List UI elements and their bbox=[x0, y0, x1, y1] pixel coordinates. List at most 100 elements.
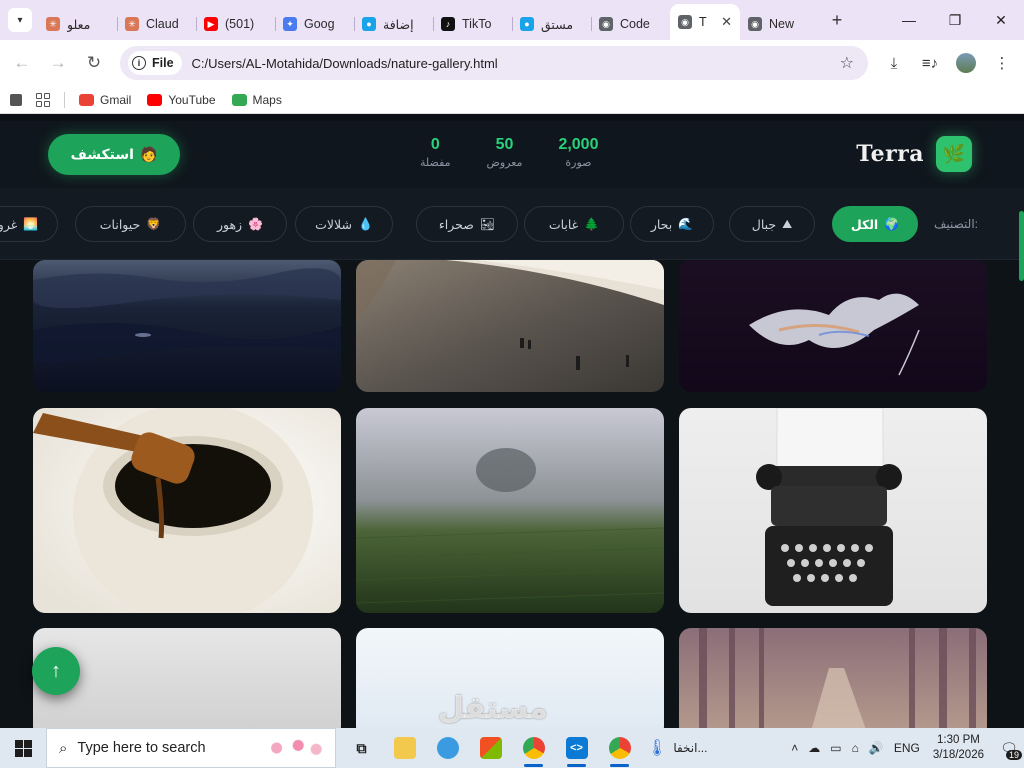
menu-button[interactable]: ⋮ bbox=[984, 45, 1020, 81]
bookmark-youtube[interactable]: YouTube bbox=[147, 93, 216, 107]
browser-tab[interactable]: ◉ Code bbox=[591, 8, 670, 40]
app-button-blue[interactable] bbox=[426, 728, 469, 768]
watermark: مستقل bbox=[438, 692, 548, 725]
meet-icon[interactable]: ▭ bbox=[830, 741, 841, 755]
tab-title: Code bbox=[620, 17, 650, 31]
misty-field-image bbox=[356, 408, 664, 613]
gallery-card-hikers-above-clouds[interactable] bbox=[356, 260, 664, 392]
scheme-label: File bbox=[152, 56, 174, 70]
brand[interactable]: Terra 🌿 bbox=[856, 136, 972, 172]
notification-count: 19 bbox=[1005, 750, 1022, 760]
filter-chip[interactable]: حيوانات 🦁 bbox=[75, 206, 186, 242]
onedrive-icon[interactable]: ☁ bbox=[808, 741, 820, 755]
vscode-taskbar-button[interactable]: <> bbox=[555, 728, 598, 768]
gallery-card-misty-field[interactable] bbox=[356, 408, 664, 613]
divider bbox=[64, 91, 65, 108]
bookmark-maps[interactable]: Maps bbox=[231, 93, 282, 107]
window-controls: — ❐ ✕ bbox=[886, 0, 1024, 40]
gallery-card-ocean-waves[interactable] bbox=[33, 260, 341, 392]
tab-search-button[interactable]: ▾ bbox=[8, 8, 32, 32]
network-icon[interactable]: ⌂ bbox=[852, 741, 859, 755]
filter-chip[interactable]: صحراء 🏜 bbox=[416, 206, 518, 242]
store-button[interactable] bbox=[469, 728, 512, 768]
apps-grid-icon[interactable] bbox=[36, 92, 50, 107]
gallery-card-honey-dipper[interactable] bbox=[33, 408, 341, 613]
plus-icon: + bbox=[831, 9, 843, 30]
file-explorer-button[interactable] bbox=[383, 728, 426, 768]
new-tab-button[interactable]: + bbox=[823, 6, 851, 34]
filter-chip[interactable]: غابات 🌲 bbox=[524, 206, 624, 242]
gallery-card-smoke-dark[interactable] bbox=[679, 260, 987, 392]
fog-image bbox=[33, 628, 341, 728]
tab-favicon-icon: ♪ bbox=[441, 17, 455, 31]
close-tab-icon[interactable]: ✕ bbox=[721, 14, 732, 30]
notification-center-button[interactable]: 🗨 19 bbox=[994, 728, 1024, 768]
weather-text: انخفا... bbox=[673, 741, 708, 755]
url-text[interactable]: C:/Users/AL-Motahida/Downloads/nature-ga… bbox=[192, 56, 498, 71]
sidebar-toggle-icon[interactable] bbox=[10, 93, 22, 106]
arrow-left-icon: ← bbox=[13, 53, 31, 72]
tab-favicon-icon: ◉ bbox=[599, 17, 613, 31]
clock[interactable]: 1:30 PM 3/18/2026 bbox=[933, 733, 984, 763]
profile-avatar[interactable] bbox=[956, 53, 976, 73]
bookmark-star-icon[interactable]: ☆ bbox=[840, 53, 854, 73]
tab-favicon-icon: ✳ bbox=[46, 17, 60, 31]
thermometer-icon: 🌡 bbox=[647, 740, 668, 757]
scroll-to-top-button[interactable]: ↑ bbox=[32, 647, 80, 695]
address-bar[interactable]: i File C:/Users/AL-Motahida/Downloads/na… bbox=[120, 46, 868, 80]
browser-tab[interactable]: ◉ T ✕ bbox=[670, 4, 740, 40]
category-emoji-icon: 🌲 bbox=[584, 217, 600, 231]
browser-tab[interactable]: ● إضافة bbox=[354, 8, 433, 40]
downloads-button[interactable]: ⤓ bbox=[876, 45, 912, 81]
chrome-taskbar-button-2[interactable] bbox=[598, 728, 641, 768]
filter-chip-label: زهور bbox=[216, 217, 243, 232]
tab-favicon-icon: ◉ bbox=[678, 15, 692, 29]
task-view-button[interactable]: ⧉ bbox=[340, 728, 383, 768]
browser-tab[interactable]: ◉ New bbox=[740, 8, 819, 40]
weather-widget[interactable]: 🌡 انخفا... bbox=[647, 738, 707, 758]
gallery-card-typewriter[interactable] bbox=[679, 408, 987, 613]
taskbar-search[interactable]: ⌕ Type here to search bbox=[46, 728, 336, 768]
filter-chip[interactable]: غرو 🌅 bbox=[0, 206, 58, 242]
bookmark-gmail[interactable]: Gmail bbox=[79, 93, 131, 107]
stat-favorites: 0 مفضلة bbox=[420, 136, 451, 169]
browser-tab[interactable]: ▶ (501) bbox=[196, 8, 275, 40]
filter-chip-label: صحراء bbox=[438, 217, 474, 232]
browser-tab[interactable]: ✳ Claud bbox=[117, 8, 196, 40]
reload-icon: ↻ bbox=[86, 53, 102, 72]
category-emoji-icon: 🌸 bbox=[248, 217, 264, 231]
maximize-button[interactable]: ❐ bbox=[932, 0, 978, 40]
tab-title: T bbox=[699, 15, 707, 29]
chevron-down-icon: ▾ bbox=[17, 14, 23, 26]
browser-tab[interactable]: ✦ Goog bbox=[275, 8, 354, 40]
chevron-up-icon[interactable]: ˄ bbox=[791, 741, 798, 755]
chrome-icon bbox=[522, 737, 545, 759]
browser-tab[interactable]: ✳ معلو bbox=[38, 8, 117, 40]
minimize-button[interactable]: — bbox=[886, 0, 932, 40]
person-icon: 🧑 bbox=[139, 146, 158, 162]
language-indicator[interactable]: ENG bbox=[894, 741, 920, 755]
gallery-card-fog-white[interactable] bbox=[33, 628, 341, 728]
reload-button[interactable]: ↻ bbox=[76, 45, 112, 81]
explore-button[interactable]: استكشف 🧑 bbox=[48, 134, 180, 175]
gmail-icon bbox=[79, 93, 94, 106]
filter-chip[interactable]: جبال ⛰ bbox=[729, 206, 815, 242]
tab-strip: ▾ ✳ معلو ✳ Claud ▶ (501) ✦ Goog ● إضافة ♪ TikTo ● مست… bbox=[0, 0, 1024, 40]
filter-chip[interactable]: الكل 🌍 bbox=[832, 206, 918, 242]
filter-chip[interactable]: بحار 🌊 bbox=[630, 206, 714, 242]
browser-tab[interactable]: ♪ TikTo bbox=[433, 8, 512, 40]
close-window-button[interactable]: ✕ bbox=[978, 0, 1024, 40]
browser-tab[interactable]: ● مستق bbox=[512, 8, 591, 40]
back-button[interactable]: ← bbox=[4, 45, 40, 81]
forward-button[interactable]: → bbox=[40, 45, 76, 81]
start-button[interactable] bbox=[0, 728, 46, 768]
media-control-button[interactable]: ≡♪ bbox=[912, 45, 948, 81]
volume-icon[interactable]: 🔊 bbox=[869, 741, 884, 755]
chrome-taskbar-button[interactable] bbox=[512, 728, 555, 768]
filter-chip[interactable]: زهور 🌸 bbox=[193, 206, 287, 242]
filter-chip[interactable]: شلالات 💧 bbox=[295, 206, 393, 242]
gallery-card-forest-path[interactable] bbox=[679, 628, 987, 728]
kebab-menu-icon: ⋮ bbox=[994, 55, 1010, 72]
typewriter-image bbox=[679, 408, 987, 613]
site-info-button[interactable]: i File bbox=[128, 51, 182, 75]
